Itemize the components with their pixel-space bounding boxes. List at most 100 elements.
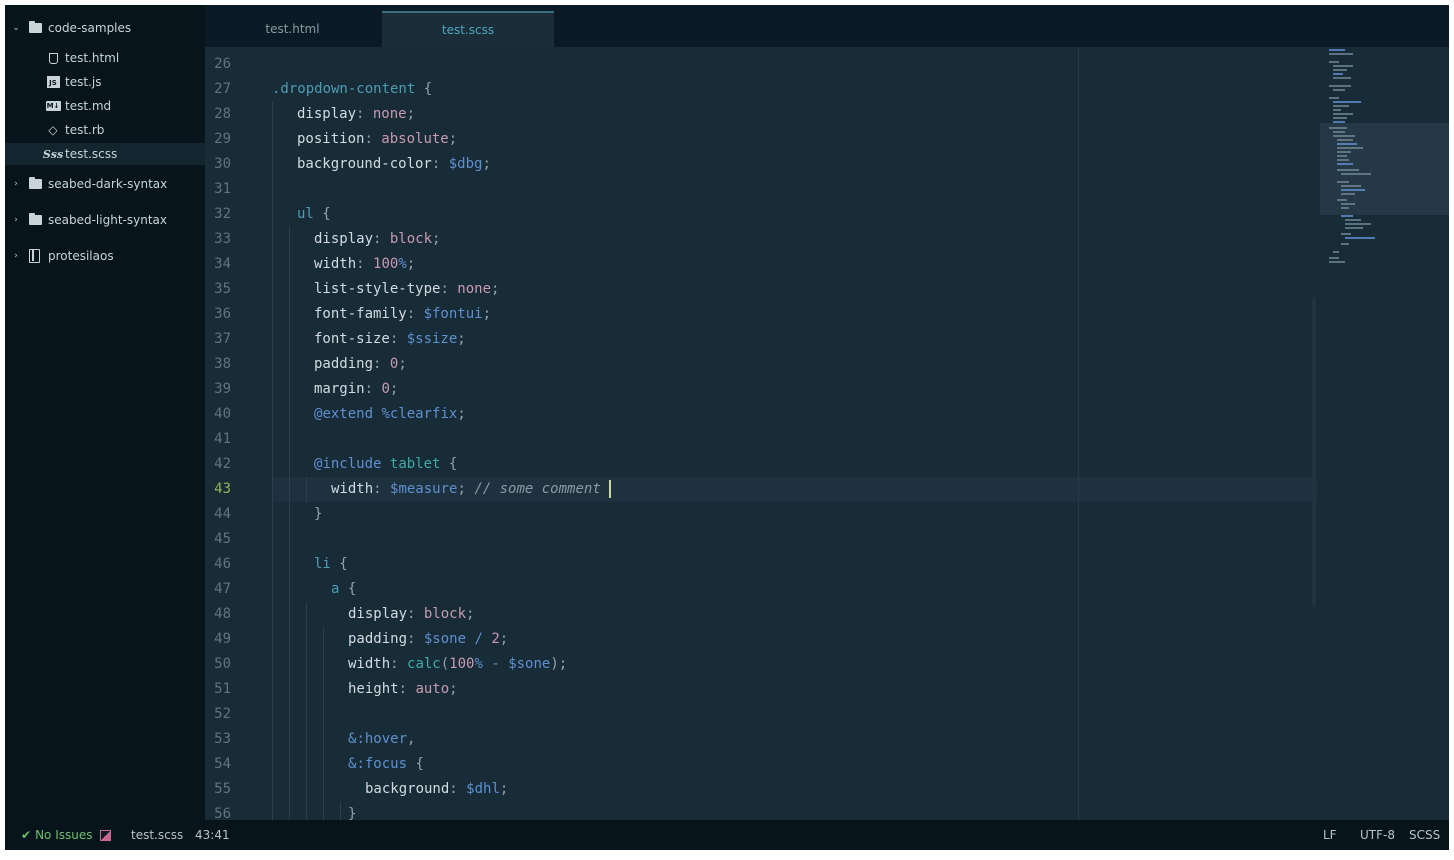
status-encoding[interactable]: UTF-8 xyxy=(1360,820,1395,850)
line-number: 26 xyxy=(214,56,231,72)
vertical-scrollbar[interactable] xyxy=(1312,297,1316,607)
code-line-36: font-family: $fontui; xyxy=(314,306,492,322)
tab-bar: test.html test.scss xyxy=(205,5,1449,47)
tab-test-html[interactable]: test.html xyxy=(205,11,380,47)
line-number: 48 xyxy=(214,606,231,622)
tree-folder-code-samples[interactable]: ⌄ code-samples xyxy=(5,17,205,39)
tree-repo-protesilaos[interactable]: › protesilaos xyxy=(5,245,205,267)
line-number: 39 xyxy=(214,381,231,397)
tree-file-test-html[interactable]: test.html xyxy=(5,47,205,69)
status-line-ending[interactable]: LF xyxy=(1323,820,1337,850)
tab-label: test.scss xyxy=(441,23,495,37)
minimap-line xyxy=(1333,89,1345,91)
minimap-line xyxy=(1345,237,1375,239)
line-number: 47 xyxy=(214,581,231,597)
tree-file-test-scss[interactable]: Sss test.scss xyxy=(5,143,205,165)
minimap-line xyxy=(1345,219,1361,221)
code-line-34: width: 100%; xyxy=(314,256,416,272)
tree-file-test-js[interactable]: JS test.js xyxy=(5,71,205,93)
token-brace: { xyxy=(415,81,433,97)
token-property: background-color xyxy=(297,156,432,172)
line-number: 43 xyxy=(214,481,231,497)
minimap-line xyxy=(1337,181,1349,183)
minimap-line xyxy=(1333,109,1341,111)
code-line-37: font-size: $ssize; xyxy=(314,331,466,347)
repo-icon xyxy=(29,249,40,263)
minimap-line xyxy=(1329,127,1347,129)
minimap-line xyxy=(1341,189,1365,191)
code-line-42: @include tablet { xyxy=(314,456,458,472)
line-number: 49 xyxy=(214,631,231,647)
line-number: 53 xyxy=(214,731,231,747)
minimap-line xyxy=(1333,73,1343,75)
minimap-line xyxy=(1333,135,1355,137)
minimap-line xyxy=(1337,163,1353,165)
token-property: display xyxy=(297,106,357,122)
code-line-53: &:hover, xyxy=(348,731,416,747)
editor-window: ⌄ code-samples test.html JS test.js M↓ t… xyxy=(5,5,1449,850)
minimap-line xyxy=(1333,101,1361,103)
token-value: none xyxy=(372,106,407,122)
minimap-line xyxy=(1341,243,1349,245)
tree-folder-seabed-dark-syntax[interactable]: › seabed-dark-syntax xyxy=(5,173,205,195)
folder-icon xyxy=(29,213,42,225)
line-number: 54 xyxy=(214,756,231,772)
code-line-47: a { xyxy=(331,581,357,597)
linter-indicator-icon xyxy=(100,829,112,841)
line-number: 27 xyxy=(214,81,231,97)
minimap-line xyxy=(1333,113,1353,115)
code-line-55: background: $dhl; xyxy=(365,781,509,797)
code-line-40: @extend %clearfix; xyxy=(314,406,466,422)
ruby-icon: ◇ xyxy=(48,123,58,137)
chevron-right-icon[interactable]: › xyxy=(11,215,21,225)
minimap-line xyxy=(1341,233,1351,235)
code-line-43: width: $measure; // some comment xyxy=(331,477,612,502)
code-line-30: background-color: $dbg; xyxy=(297,156,491,172)
line-number: 31 xyxy=(214,181,231,197)
text-editor[interactable]: 26 27 28 29 30 31 32 33 34 35 36 37 38 39 40 41 42 43 44 45… xyxy=(205,47,1449,820)
minimap-line xyxy=(1333,69,1347,71)
token-property: position xyxy=(297,131,365,147)
minimap-line xyxy=(1337,151,1351,153)
line-number: 38 xyxy=(214,356,231,372)
code-line-48: display: block; xyxy=(348,606,475,622)
tree-file-test-rb[interactable]: ◇ test.rb xyxy=(5,119,205,141)
code-line-51: height: auto; xyxy=(348,681,458,697)
minimap-line xyxy=(1337,155,1347,157)
code-line-50: width: calc(100% - $sone); xyxy=(348,656,568,672)
chevron-right-icon[interactable]: › xyxy=(11,251,21,261)
tab-test-scss[interactable]: test.scss xyxy=(382,11,554,47)
token-selector: ul xyxy=(297,206,314,222)
tab-label: test.html xyxy=(265,22,320,36)
token-selector: .dropdown-content xyxy=(272,81,416,97)
code-line-39: margin: 0; xyxy=(314,381,399,397)
code-line-32: ul { xyxy=(297,206,331,222)
tree-file-test-md[interactable]: M↓ test.md xyxy=(5,95,205,117)
html5-icon xyxy=(45,51,61,65)
status-file-name[interactable]: test.scss xyxy=(131,820,183,850)
minimap-line xyxy=(1333,251,1339,253)
line-number: 34 xyxy=(214,256,231,272)
minimap[interactable] xyxy=(1320,47,1449,820)
code-line-27: .dropdown-content { xyxy=(272,77,432,102)
file-label: test.scss xyxy=(65,147,118,161)
linter-status[interactable]: ✔ No Issues xyxy=(21,820,112,850)
minimap-line xyxy=(1337,159,1349,161)
line-number: 42 xyxy=(214,456,231,472)
minimap-line xyxy=(1341,207,1349,209)
chevron-down-icon[interactable]: ⌄ xyxy=(11,23,21,33)
minimap-line xyxy=(1333,77,1351,79)
minimap-line xyxy=(1337,169,1359,171)
minimap-line xyxy=(1333,131,1345,133)
status-bar: ✔ No Issues test.scss 43:41 LF UTF-8 SCS… xyxy=(5,820,1449,850)
code-area[interactable]: .dropdown-content { display: none; posit… xyxy=(272,47,1322,820)
minimap-line xyxy=(1333,121,1345,123)
tree-folder-seabed-light-syntax[interactable]: › seabed-light-syntax xyxy=(5,209,205,231)
minimap-line xyxy=(1329,49,1345,51)
chevron-right-icon[interactable]: › xyxy=(11,179,21,189)
status-grammar[interactable]: SCSS xyxy=(1409,820,1440,850)
repo-label: protesilaos xyxy=(48,249,114,263)
status-cursor-position[interactable]: 43:41 xyxy=(195,820,230,850)
folder-icon xyxy=(29,21,42,33)
code-line-56: } xyxy=(348,806,357,820)
